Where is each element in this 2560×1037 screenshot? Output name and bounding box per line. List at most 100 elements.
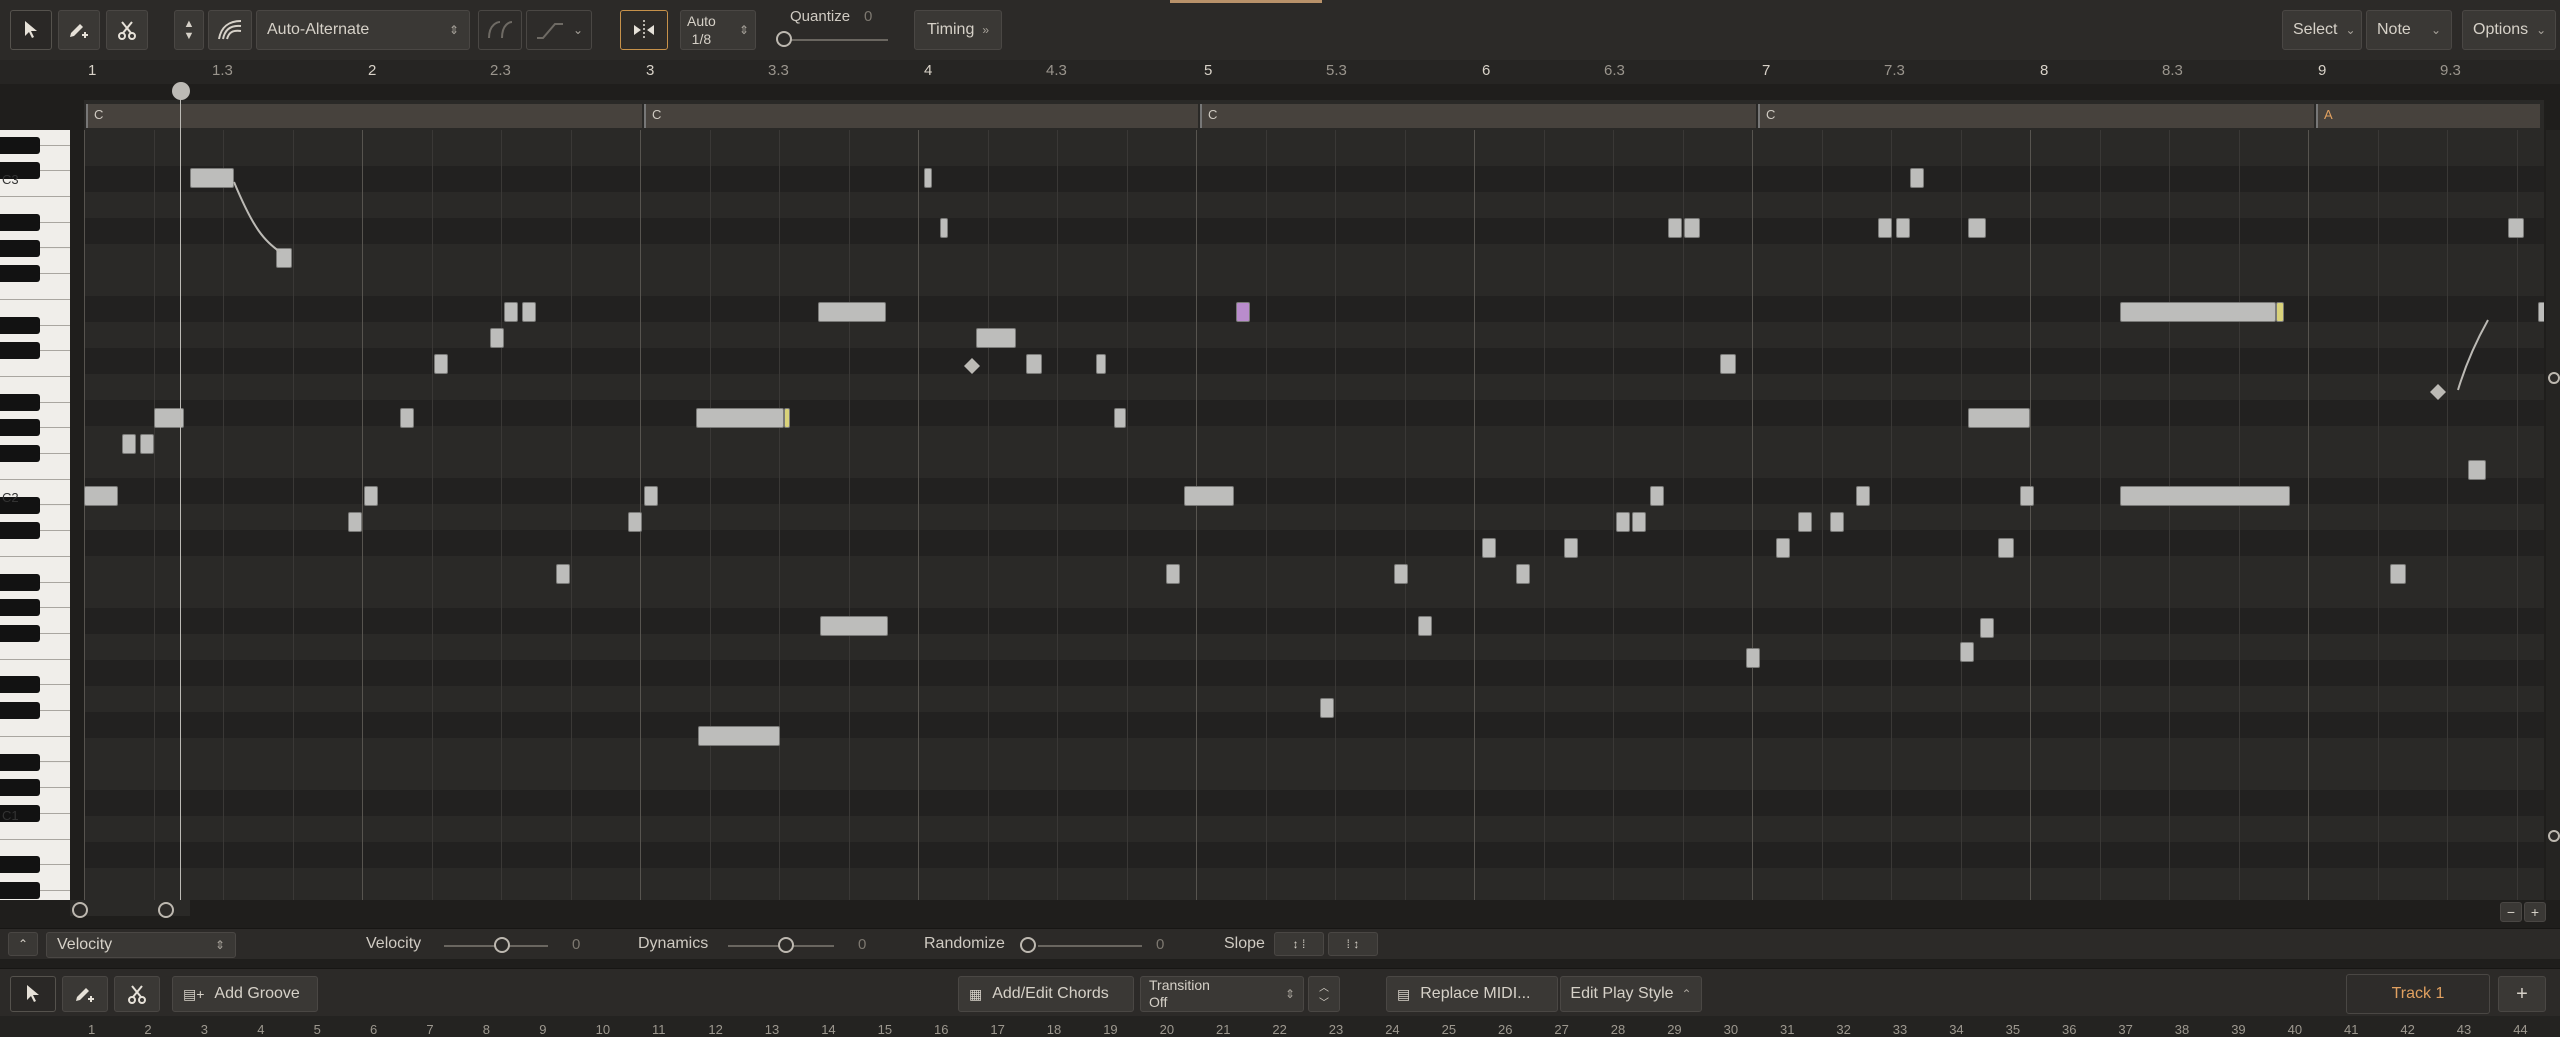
- replace-midi-button[interactable]: ▤ Replace MIDI...: [1386, 976, 1558, 1012]
- arrangement-bar-number: 23: [1328, 1022, 1344, 1037]
- plus-icon: +: [2530, 904, 2540, 920]
- arrangement-bar-number: 33: [1892, 1022, 1908, 1037]
- playhead-handle[interactable]: [172, 82, 190, 100]
- zoom-in-button[interactable]: +: [2524, 902, 2546, 922]
- black-key[interactable]: [0, 522, 40, 540]
- arrangement-bar-number: 29: [1667, 1022, 1682, 1037]
- slope-up-button[interactable]: ↕ ⁞: [1274, 932, 1324, 956]
- transition-label: Transition: [1149, 977, 1210, 993]
- note-grid[interactable]: [84, 130, 2544, 900]
- arrangement-bar-number: 22: [1272, 1022, 1287, 1037]
- bar-label: 7: [1762, 62, 1771, 79]
- scissors-tool-button[interactable]: [106, 10, 148, 50]
- chord-block[interactable]: C: [1200, 104, 1756, 128]
- black-key[interactable]: [0, 419, 40, 437]
- chord-block[interactable]: C: [644, 104, 1198, 128]
- strum-mode-button[interactable]: [208, 10, 252, 50]
- chord-block[interactable]: C: [86, 104, 642, 128]
- black-key[interactable]: [0, 779, 40, 797]
- black-key[interactable]: [0, 625, 40, 642]
- beat-label: 2.3: [490, 62, 511, 79]
- scrollbar-thumb-top[interactable]: [2548, 372, 2560, 384]
- scrollbar-thumb-bottom[interactable]: [2548, 830, 2560, 842]
- chevron-updown-icon: ⌃: [17, 937, 29, 951]
- arrangement-bar-number: 35: [2005, 1022, 2021, 1037]
- black-key[interactable]: [0, 573, 40, 591]
- bottom-scissors-tool-button[interactable]: [114, 976, 160, 1012]
- add-edit-chords-button[interactable]: ▦ Add/Edit Chords: [958, 976, 1134, 1012]
- options-menu-label: Options: [2473, 21, 2529, 38]
- grid-auto-dropdown[interactable]: Auto 1/8 ⇕: [680, 10, 756, 50]
- octave-label: C2: [2, 490, 19, 505]
- collapse-lane-button[interactable]: ⌃: [8, 932, 38, 956]
- add-track-button[interactable]: +: [2498, 976, 2546, 1012]
- double-chevron-right-icon: »: [982, 23, 990, 37]
- chevron-down-icon: ⌄: [2536, 23, 2547, 37]
- black-key[interactable]: [0, 239, 40, 257]
- add-groove-button[interactable]: ▤+ Add Groove: [172, 976, 318, 1012]
- chord-block[interactable]: A: [2316, 104, 2540, 128]
- bottom-draw-tool-button[interactable]: [62, 976, 108, 1012]
- dynamics-slider-knob[interactable]: [778, 937, 794, 953]
- arrangement-bar-number: 11: [652, 1022, 666, 1037]
- transition-dropdown[interactable]: Transition Off ⇕: [1140, 976, 1304, 1012]
- line-shape-dropdown[interactable]: ⌄: [526, 10, 592, 50]
- black-key[interactable]: [0, 316, 40, 334]
- arrangement-bar-number: 14: [821, 1022, 836, 1037]
- black-key[interactable]: [0, 856, 40, 874]
- black-key[interactable]: [0, 393, 40, 411]
- curve-shape-button[interactable]: [478, 10, 522, 50]
- arrangement-bar-number: 2: [144, 1022, 152, 1037]
- slope-down-button[interactable]: ⁞ ↕: [1328, 932, 1378, 956]
- add-edit-chords-label: Add/Edit Chords: [992, 985, 1109, 1002]
- black-key[interactable]: [0, 213, 40, 231]
- black-key[interactable]: [0, 599, 40, 617]
- arrangement-bar-number: 1: [88, 1022, 96, 1037]
- timing-label: Timing: [926, 21, 975, 38]
- bottom-select-tool-button[interactable]: [10, 976, 56, 1012]
- mirror-toggle-button[interactable]: [620, 10, 668, 50]
- velocity-slider-knob[interactable]: [494, 937, 510, 953]
- black-key[interactable]: [0, 676, 40, 694]
- arrangement-bar-number: 31: [1780, 1022, 1795, 1037]
- arrangement-bar-number: 44: [2513, 1022, 2528, 1037]
- timing-button[interactable]: Timing »: [914, 10, 1002, 50]
- bar-label: 4: [924, 62, 933, 79]
- beat-label: 4.3: [1046, 62, 1067, 79]
- beat-label: 1.3: [212, 62, 233, 79]
- note-menu-button[interactable]: Note ⌄: [2366, 10, 2452, 50]
- lane-type-dropdown[interactable]: Velocity ⇕: [46, 932, 236, 958]
- velocity-label: Velocity: [366, 935, 422, 952]
- transition-stepper[interactable]: ︿ ﹀: [1308, 976, 1340, 1012]
- black-key[interactable]: [0, 136, 40, 154]
- arrangement-bar-number: 38: [2174, 1022, 2190, 1037]
- black-key[interactable]: [0, 265, 40, 283]
- vertical-scrollbar[interactable]: [2546, 130, 2560, 900]
- select-menu-button[interactable]: Select ⌄: [2282, 10, 2362, 50]
- black-key[interactable]: [0, 753, 40, 771]
- mode-dropdown[interactable]: Auto-Alternate ⇕: [256, 10, 470, 50]
- black-key[interactable]: [0, 445, 40, 463]
- quantize-slider-track: [782, 39, 888, 41]
- mode-stepper[interactable]: ▲ ▼: [174, 10, 204, 50]
- black-key[interactable]: [0, 882, 40, 899]
- scissors-icon: [118, 21, 136, 40]
- chord-block[interactable]: C: [1758, 104, 2314, 128]
- chevron-updown-icon: ⇕: [214, 938, 225, 952]
- loop-end-handle[interactable]: [158, 902, 174, 918]
- options-menu-button[interactable]: Options ⌄: [2462, 10, 2556, 50]
- zoom-out-button[interactable]: −: [2500, 902, 2522, 922]
- bar-label: 5: [1204, 62, 1213, 79]
- black-key[interactable]: [0, 342, 40, 360]
- select-tool-button[interactable]: [10, 10, 52, 50]
- randomize-slider-knob[interactable]: [1020, 937, 1036, 953]
- arrangement-bar-number: 10: [595, 1022, 611, 1037]
- quantize-slider-knob[interactable]: [776, 31, 792, 47]
- loop-start-handle[interactable]: [72, 902, 88, 918]
- arrangement-bar-number: 9: [539, 1022, 547, 1037]
- draw-tool-button[interactable]: [58, 10, 100, 50]
- beat-label: 5.3: [1326, 62, 1347, 79]
- black-key[interactable]: [0, 702, 40, 720]
- edit-play-style-button[interactable]: Edit Play Style ⌃: [1560, 976, 1702, 1012]
- track-name-field[interactable]: Track 1: [2346, 974, 2490, 1014]
